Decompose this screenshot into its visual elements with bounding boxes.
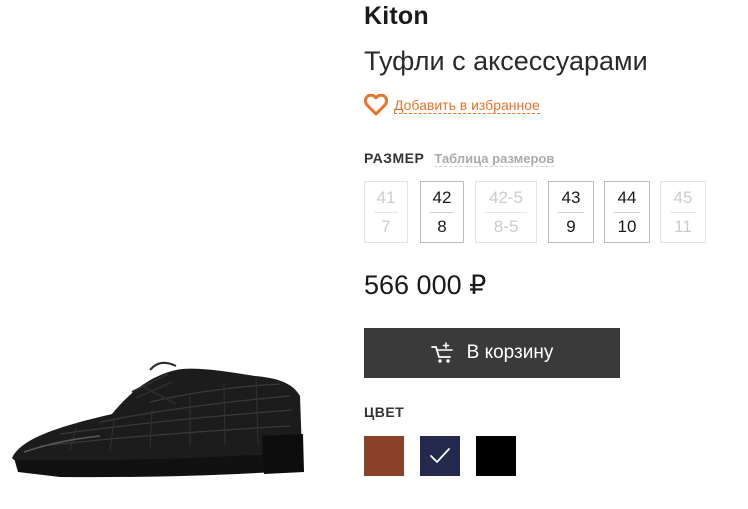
heart-icon (364, 94, 388, 116)
size-uk: 8-5 (493, 217, 519, 236)
size-eu: 42-5 (488, 188, 524, 207)
shoe-image (12, 361, 304, 478)
size-divider (670, 212, 696, 213)
size-header: РАЗМЕР Таблица размеров (364, 150, 555, 167)
add-to-cart-label: В корзину (466, 342, 554, 363)
checkmark-icon (430, 448, 450, 463)
add-to-cart-button[interactable]: В корзину (364, 328, 620, 378)
size-eu: 43 (561, 188, 581, 207)
product-title: Туфли с аксессуарами (364, 46, 648, 76)
product-info: Kiton Туфли с аксессуарами Добавить в из… (364, 0, 748, 509)
size-eu: 45 (673, 188, 693, 207)
size-option-45[interactable]: 45 11 (660, 181, 706, 243)
size-uk: 7 (381, 217, 391, 236)
size-eu: 41 (376, 188, 396, 207)
size-option-43[interactable]: 43 9 (548, 181, 594, 243)
add-to-favorites-link[interactable]: Добавить в избранное (364, 94, 540, 116)
size-divider (485, 212, 527, 213)
size-label: РАЗМЕР (364, 150, 425, 166)
size-divider (374, 212, 398, 213)
size-option-41[interactable]: 41 7 (364, 181, 408, 243)
cart-add-icon (430, 342, 453, 363)
size-eu: 44 (617, 188, 637, 207)
size-divider (614, 212, 640, 213)
color-swatch-navy[interactable] (420, 436, 460, 476)
size-uk: 10 (617, 217, 637, 236)
size-uk: 8 (437, 217, 447, 236)
size-divider (430, 212, 454, 213)
size-uk: 11 (674, 217, 692, 236)
size-option-44[interactable]: 44 10 (604, 181, 650, 243)
product-price: 566 000 ₽ (364, 270, 487, 300)
size-uk: 9 (566, 217, 576, 236)
size-eu: 42 (432, 188, 452, 207)
color-swatch-black[interactable] (476, 436, 516, 476)
brand-name: Kiton (364, 2, 429, 30)
color-swatch-brown[interactable] (364, 436, 404, 476)
size-option-42-5[interactable]: 42-5 8-5 (475, 181, 537, 243)
product-image (0, 0, 340, 509)
add-to-favorites-label: Добавить в избранное (394, 96, 540, 114)
size-divider (558, 212, 584, 213)
size-option-42[interactable]: 42 8 (420, 181, 464, 243)
size-chart-link[interactable]: Таблица размеров (434, 151, 555, 167)
color-label: ЦВЕТ (364, 404, 405, 420)
